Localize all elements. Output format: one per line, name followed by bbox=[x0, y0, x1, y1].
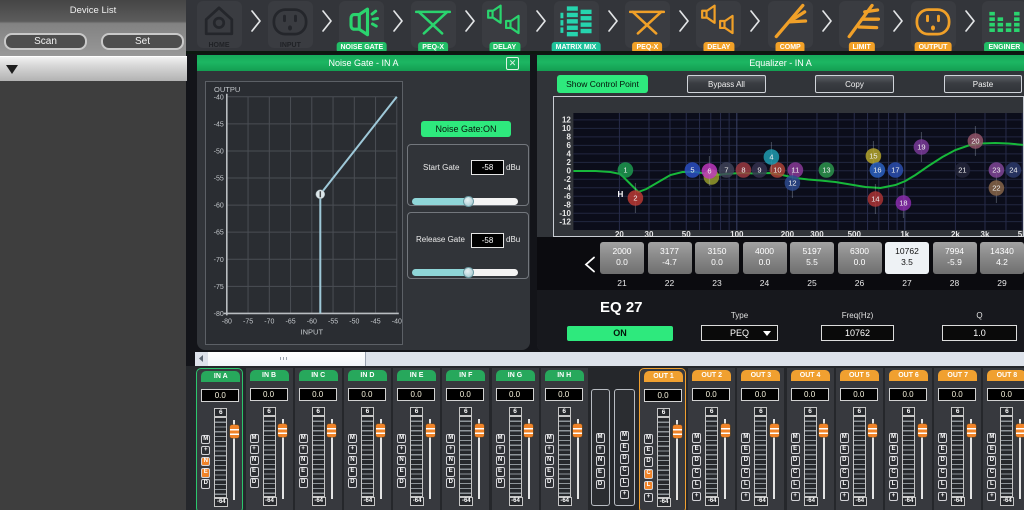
svg-text:15: 15 bbox=[869, 152, 877, 161]
svg-text:8: 8 bbox=[741, 166, 745, 175]
svg-text:OUTPU: OUTPU bbox=[214, 85, 240, 94]
svg-text:-75: -75 bbox=[214, 284, 224, 291]
svg-text:1: 1 bbox=[623, 166, 627, 175]
svg-text:10: 10 bbox=[773, 166, 781, 175]
svg-text:19: 19 bbox=[917, 143, 925, 152]
svg-text:17: 17 bbox=[891, 166, 899, 175]
svg-text:6: 6 bbox=[707, 167, 711, 176]
svg-text:-60: -60 bbox=[214, 203, 224, 210]
svg-text:18: 18 bbox=[899, 199, 907, 208]
svg-text:5: 5 bbox=[690, 166, 694, 175]
svg-text:2: 2 bbox=[633, 194, 637, 203]
svg-text:-75: -75 bbox=[243, 318, 253, 325]
svg-text:23: 23 bbox=[992, 166, 1000, 175]
svg-text:12: 12 bbox=[788, 179, 796, 188]
svg-text:-55: -55 bbox=[214, 176, 224, 183]
svg-text:7: 7 bbox=[724, 166, 728, 175]
svg-text:20: 20 bbox=[971, 137, 979, 146]
svg-text:-60: -60 bbox=[307, 318, 317, 325]
svg-text:4: 4 bbox=[769, 153, 773, 162]
svg-text:-70: -70 bbox=[264, 318, 274, 325]
svg-text:-40: -40 bbox=[392, 318, 402, 325]
svg-text:-12: -12 bbox=[559, 217, 571, 226]
svg-text:21: 21 bbox=[958, 166, 966, 175]
svg-text:-45: -45 bbox=[214, 121, 224, 128]
svg-text:-80: -80 bbox=[222, 318, 232, 325]
svg-text:-55: -55 bbox=[328, 318, 338, 325]
svg-text:-65: -65 bbox=[214, 230, 224, 237]
svg-text:13: 13 bbox=[822, 166, 830, 175]
svg-text:16: 16 bbox=[873, 166, 881, 175]
svg-text:14: 14 bbox=[871, 195, 879, 204]
svg-text:-40: -40 bbox=[214, 94, 224, 101]
svg-text:24: 24 bbox=[1009, 166, 1017, 175]
svg-text:9: 9 bbox=[757, 166, 761, 175]
svg-text:-70: -70 bbox=[214, 257, 224, 264]
svg-text:-65: -65 bbox=[285, 318, 295, 325]
svg-text:-80: -80 bbox=[214, 311, 224, 318]
svg-text:-50: -50 bbox=[214, 148, 224, 155]
svg-text:22: 22 bbox=[992, 184, 1000, 193]
svg-text:INPUT: INPUT bbox=[301, 327, 324, 336]
svg-text:-45: -45 bbox=[370, 318, 380, 325]
svg-text:H: H bbox=[618, 190, 624, 199]
svg-text:-50: -50 bbox=[349, 318, 359, 325]
